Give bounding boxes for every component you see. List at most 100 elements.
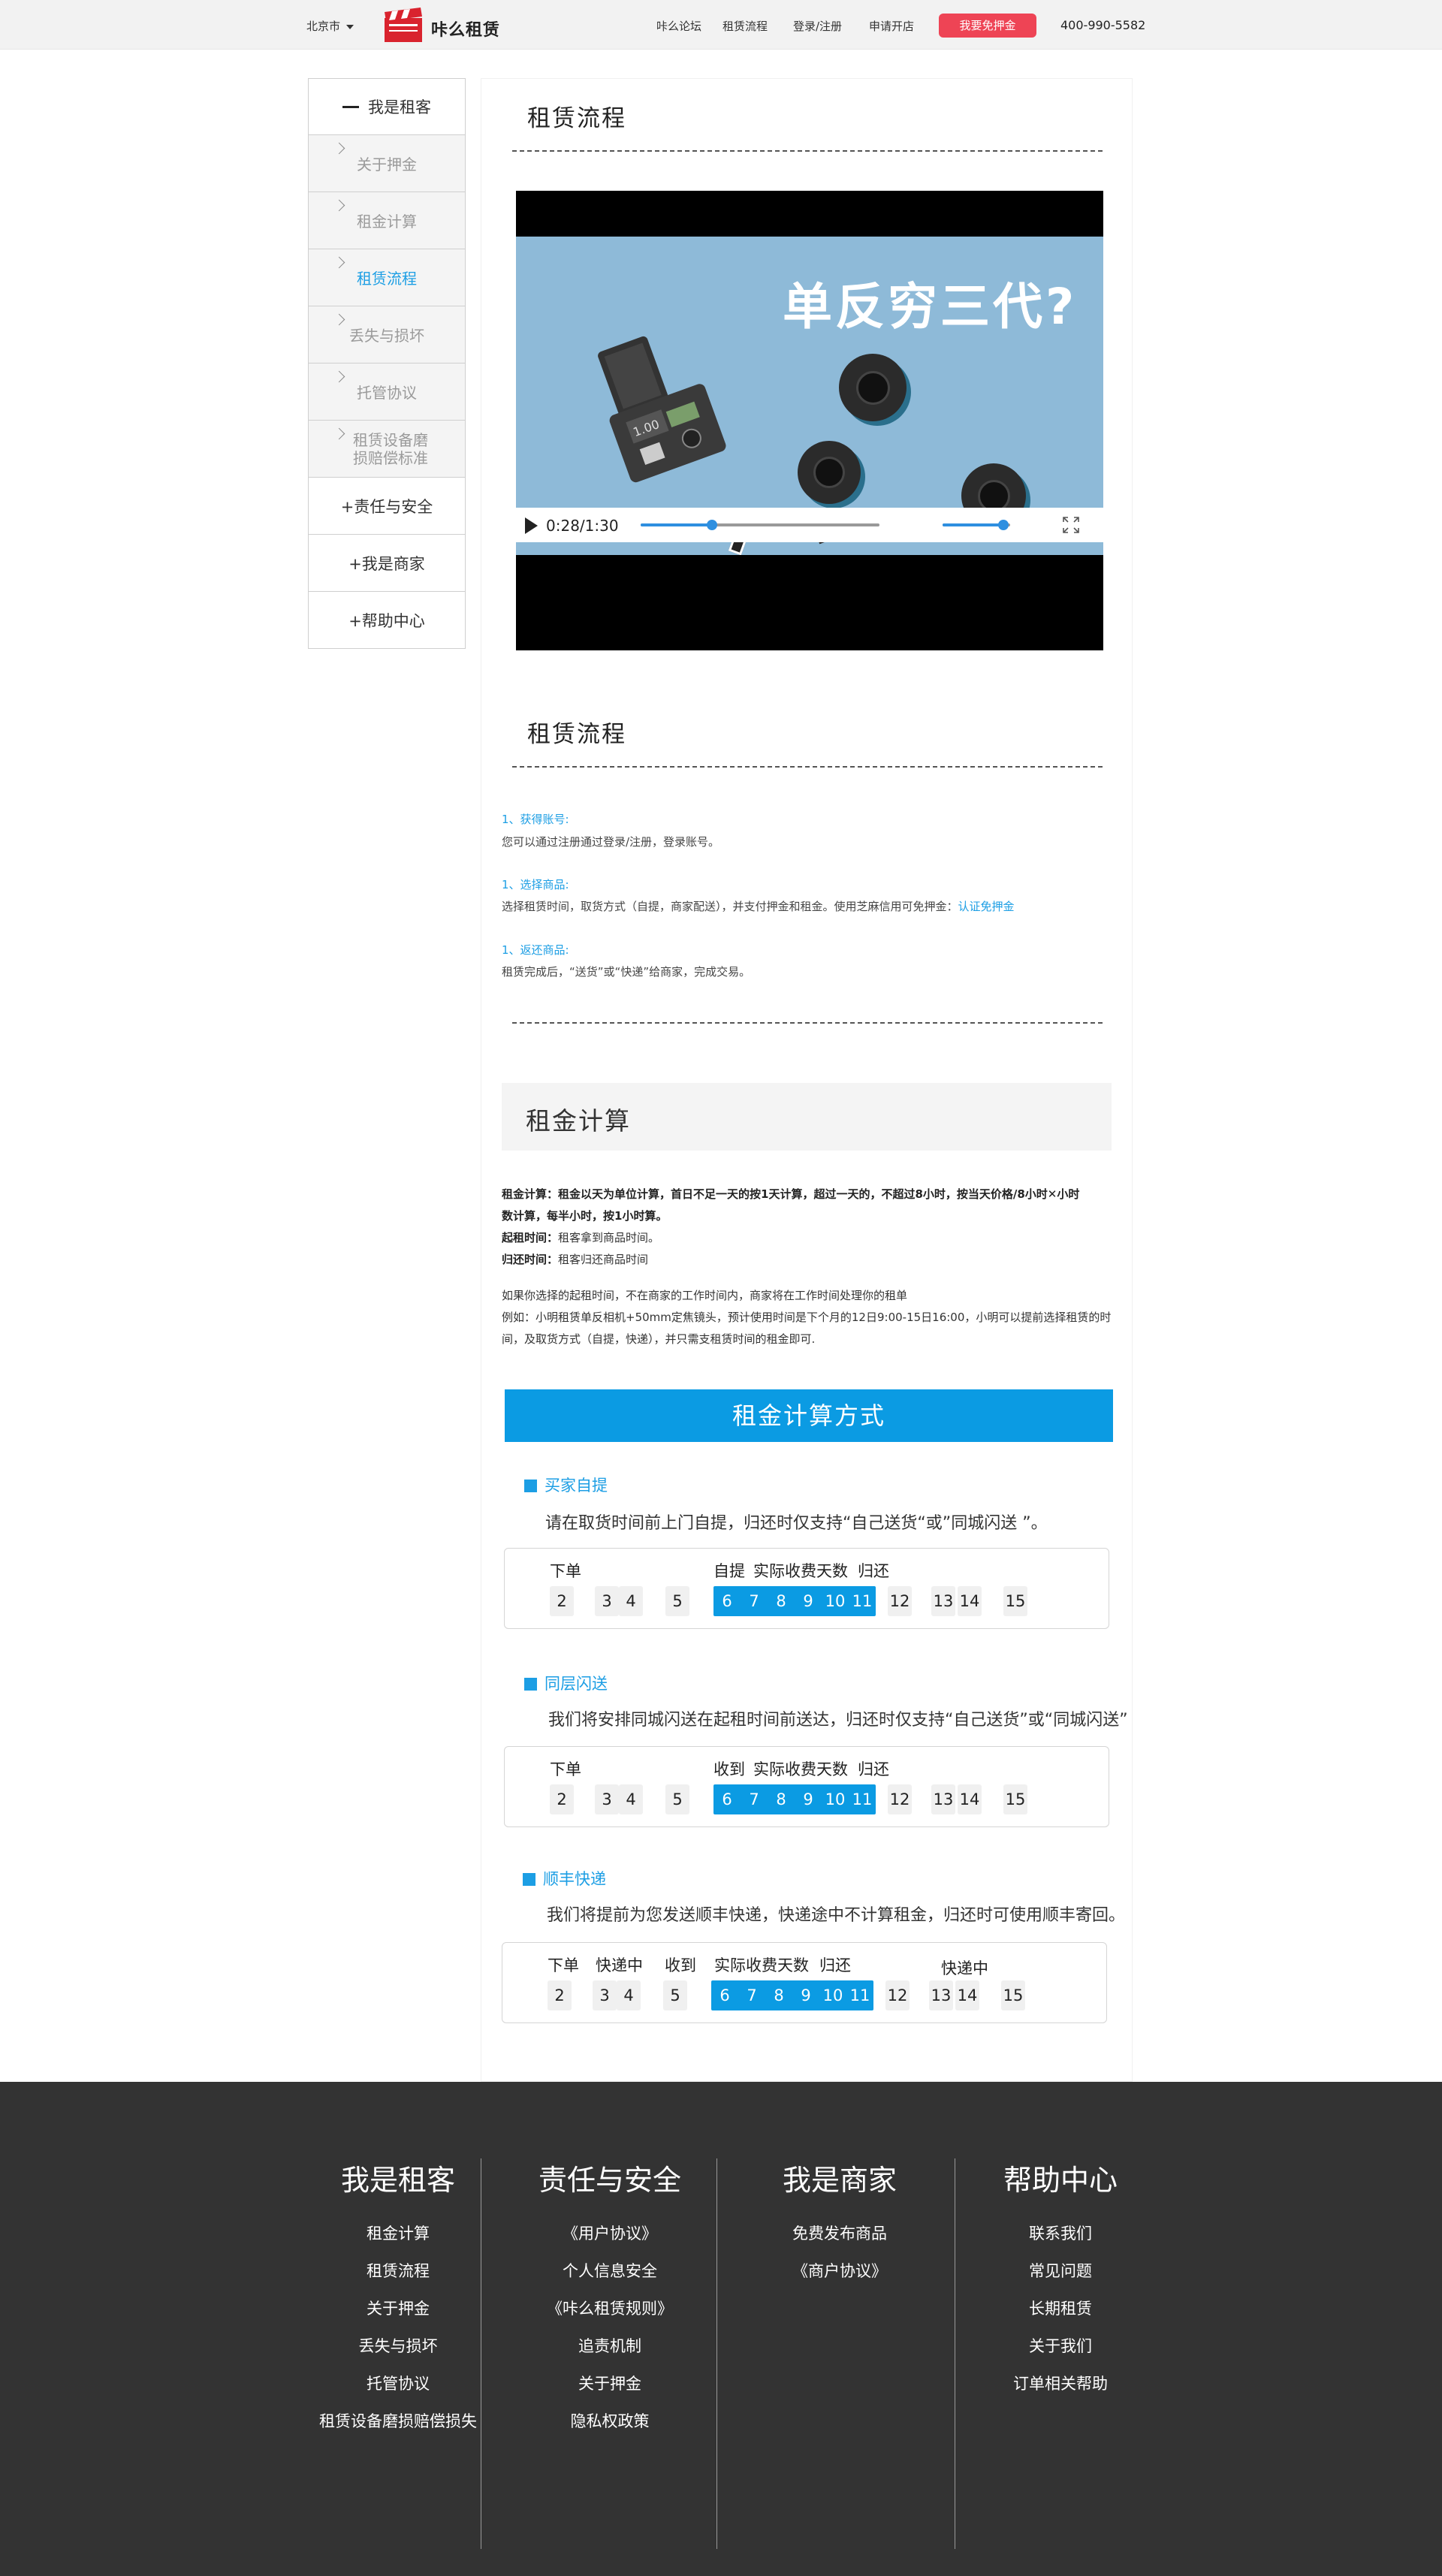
sidebar-item-custody[interactable]: 托管协议 [308,363,466,421]
city-selector[interactable]: 北京市 [306,18,354,34]
step-desc: 租赁完成后，“送货”或“快递”给商家，完成交易。 [502,965,751,979]
step-desc: 选择租赁时间，取货方式（自提，商家配送），并支付押金和租金。使用芝麻信用可免押金… [502,898,1015,914]
camera-illustration-icon: 1.00 [598,336,726,483]
verify-free-deposit-link[interactable]: 认证免押金 [958,900,1015,913]
sidebar-item-deposit[interactable]: 关于押金 [308,135,466,192]
billed-day: 7 [749,1592,759,1610]
nav-login-register[interactable]: 登录/注册 [793,18,842,34]
billed-day: 8 [776,1592,786,1610]
divider [512,766,1103,768]
sidebar-section-help[interactable]: +帮助中心 [308,592,466,649]
footer-link[interactable]: 租赁流程 [308,2252,488,2290]
sidebar-item-loss-damage[interactable]: 丢失与损坏 [308,306,466,363]
chevron-right-icon [333,370,345,383]
sidebar-section-merchant[interactable]: +我是商家 [308,535,466,592]
billed-day: 9 [803,1790,813,1808]
sidebar-section-tenant[interactable]: 我是租客 [308,78,466,135]
footer-link[interactable]: 关于我们 [970,2327,1151,2365]
start-label: 起租时间： [502,1231,559,1244]
chevron-right-icon [333,313,345,326]
step-title: 1、返还商品: [502,943,569,957]
volume-slider[interactable] [943,520,1010,530]
timeline-express: 下单 快递中 收到 实际收费天数 归还 快递中 2 3 4 5 6 7 8 9 … [502,1942,1107,2023]
play-icon[interactable] [525,517,538,534]
billed-day: 10 [825,1790,846,1808]
nav-rental-process[interactable]: 租赁流程 [723,18,768,34]
footer-link[interactable]: 个人信息安全 [520,2252,700,2290]
footer-link[interactable]: 《用户协议》 [520,2215,700,2252]
sidebar-item-wear-compensation[interactable]: 租赁设备磨 损赔偿标准 [308,421,466,478]
video-player[interactable]: 单反穷三代? 1.00 0:28/1:30 [516,191,1103,650]
city-label: 北京市 [306,20,341,33]
return-label: 归还时间： [502,1253,559,1266]
footer-link[interactable]: 《商户协议》 [750,2252,930,2290]
billed-day: 10 [825,1592,846,1610]
timeline-label: 实际收费天数 [714,1956,809,1974]
seek-knob[interactable] [707,520,718,530]
footer: 我是租客 租金计算 租赁流程 关于押金 丢失与损坏 托管协议 租赁设备磨损赔偿损… [0,2082,1442,2576]
footer-link[interactable]: 联系我们 [970,2215,1151,2252]
fullscreen-icon[interactable] [1062,516,1080,534]
timeline-label: 收到 [713,1760,745,1778]
footer-col-safety: 责任与安全 《用户协议》 个人信息安全 《咔么租赁规则》 追责机制 关于押金 隐… [520,2157,700,2440]
footer-link[interactable]: 长期租赁 [970,2290,1151,2327]
timeline-label: 归还 [819,1956,851,1974]
footer-link[interactable]: 免费发布商品 [750,2215,930,2252]
minus-icon [342,105,359,108]
phone-number: 400-990-5582 [1060,18,1146,32]
footer-link[interactable]: 关于押金 [308,2290,488,2327]
rent-calc-rules: 租金计算：租金以天为单位计算，首日不足一天的按1天计算，超过一天的，不超过8小时… [502,1184,1133,1271]
sidebar-section-label: 我是租客 [368,98,431,116]
footer-link[interactable]: 关于押金 [520,2365,700,2403]
footer-link[interactable]: 丢失与损坏 [308,2327,488,2365]
chevron-right-icon [333,256,345,269]
day-cell: 5 [665,1784,689,1814]
method-desc: 我们将提前为您发送顺丰快递，快递途中不计算租金，归还时可使用顺丰寄回。 [547,1906,1126,1925]
footer-link[interactable]: 租金计算 [308,2215,488,2252]
nav-forum[interactable]: 咔么论坛 [656,18,701,34]
billed-day: 11 [849,1986,870,2004]
volume-fill [943,523,1003,526]
billed-day: 10 [822,1986,843,2004]
footer-col-tenant: 我是租客 租金计算 租赁流程 关于押金 丢失与损坏 托管协议 租赁设备磨损赔偿损… [308,2157,488,2440]
footer-link[interactable]: 租赁设备磨损赔偿损失 [308,2403,488,2440]
footer-link[interactable]: 《咔么租赁规则》 [520,2290,700,2327]
day-cell: 13 [931,1586,955,1616]
timeline-label: 实际收费天数 [753,1562,848,1580]
timeline-label: 归还 [858,1760,889,1778]
method-name: 顺丰快递 [543,1870,606,1888]
footer-link[interactable]: 追责机制 [520,2327,700,2365]
footer-divider [716,2158,717,2549]
footer-link[interactable]: 常见问题 [970,2252,1151,2290]
logo-text[interactable]: 咔么租赁 [431,17,500,41]
seek-bar[interactable] [641,520,879,530]
top-bar: 北京市 咔么租赁 咔么论坛 租赁流程 登录/注册 申请开店 我要免押金 400-… [0,0,1442,50]
day-cell: 12 [888,1784,912,1814]
volume-knob[interactable] [998,520,1009,530]
sidebar-item-label: 租赁流程 [357,270,417,288]
day-cell: 12 [885,1980,910,2010]
day-cell: 4 [619,1586,643,1616]
day-cell: 4 [617,1980,641,2010]
day-cell: 13 [931,1784,955,1814]
footer-link[interactable]: 隐私权政策 [520,2403,700,2440]
footer-col-merchant: 我是商家 免费发布商品 《商户协议》 [750,2157,930,2290]
sidebar-item-rent-calc[interactable]: 租金计算 [308,192,466,249]
sidebar-item-label-line2: 损赔偿标准 [353,448,428,467]
free-deposit-button[interactable]: 我要免押金 [939,14,1036,38]
footer-link[interactable]: 订单相关帮助 [970,2365,1151,2403]
timeline-label: 快递中 [596,1956,643,1974]
rule-text-cont: 数计算，每半小时，按1小时算。 [502,1209,668,1223]
lens-cap-icon [839,354,907,421]
method-desc: 我们将安排同城闪送在起租时间前送达，归还时仅支持“自己送货”或“同城闪送” [548,1711,1128,1730]
day-cell: 3 [595,1784,619,1814]
note-line: 间，及取货方式（自提，快递），并只需支租赁时间的租金即可. [502,1332,816,1346]
billed-day: 6 [722,1790,732,1808]
day-cell: 14 [955,1980,979,2010]
day-cell: 15 [1001,1980,1025,2010]
sidebar-item-rental-process[interactable]: 租赁流程 [308,249,466,306]
nav-open-shop[interactable]: 申请开店 [869,18,914,34]
day-cell: 13 [929,1980,953,2010]
footer-link[interactable]: 托管协议 [308,2365,488,2403]
sidebar-section-safety[interactable]: +责任与安全 [308,478,466,535]
